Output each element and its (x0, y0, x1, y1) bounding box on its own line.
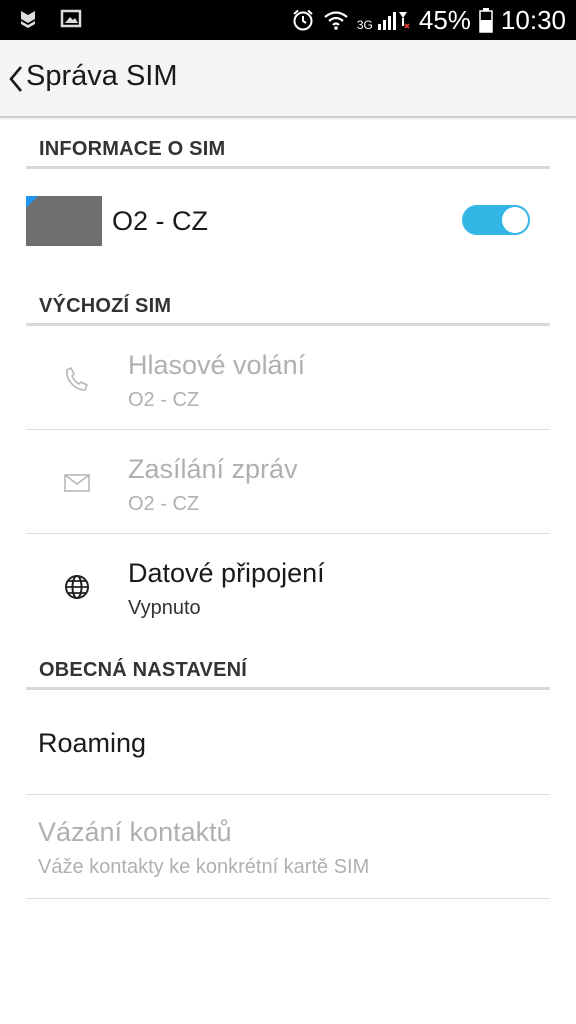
section-header-default-sim: VÝCHOZÍ SIM (26, 283, 550, 326)
action-bar: Správa SIM (0, 40, 576, 118)
status-bar: 3G 45% 10:30 (0, 0, 576, 40)
pref-summary: O2 - CZ (128, 493, 200, 515)
pref-item-contact-binding[interactable]: Vázání kontaktů Váže kontakty ke konkrét… (0, 795, 576, 899)
phone-icon (62, 364, 92, 394)
sim-slot-indicator (26, 196, 38, 208)
sim-card-row[interactable]: O2 - CZ (0, 168, 576, 278)
battery-icon (479, 7, 493, 33)
section-header-sim-info: INFORMACE O SIM (26, 126, 550, 169)
pref-summary: Vypnuto (128, 597, 201, 619)
pref-title: Zasílání zpráv (128, 454, 298, 484)
image-icon (60, 9, 82, 34)
signal-icon (377, 9, 411, 31)
envelope-icon (62, 468, 92, 498)
wifi-icon (323, 9, 349, 31)
section-header-general: OBECNÁ NASTAVENÍ (26, 647, 550, 690)
pref-title: Vázání kontaktů (38, 817, 232, 847)
status-left-icons (18, 8, 82, 35)
section-header-label: OBECNÁ NASTAVENÍ (39, 659, 248, 681)
sim-card-icon (26, 196, 102, 246)
sim-name: O2 - CZ (112, 206, 209, 236)
pref-item-data-connection[interactable]: Datové připojení Vypnuto (0, 534, 576, 638)
chevron-left-icon (9, 66, 22, 92)
back-button[interactable] (4, 62, 28, 96)
network-type-label: 3G (356, 18, 373, 32)
pref-item-voice-call[interactable]: Hlasové volání O2 - CZ (0, 326, 576, 430)
pref-title: Hlasové volání (128, 350, 306, 380)
section-header-label: VÝCHOZÍ SIM (39, 295, 172, 317)
sim-enable-toggle[interactable] (462, 205, 530, 235)
pref-item-messaging[interactable]: Zasílání zpráv O2 - CZ (0, 430, 576, 534)
clock: 10:30 (500, 4, 566, 35)
divider (26, 898, 550, 899)
shield-icon (18, 8, 38, 35)
section-header-label: INFORMACE O SIM (39, 138, 226, 160)
pref-title: Datové připojení (128, 558, 325, 588)
pref-title: Roaming (38, 728, 147, 758)
pref-summary: O2 - CZ (128, 389, 200, 411)
page-title: Správa SIM (26, 60, 178, 92)
pref-item-roaming[interactable]: Roaming (0, 690, 576, 795)
status-right-icons: 3G 45% 10:30 (291, 0, 566, 40)
toggle-knob (502, 207, 528, 233)
globe-icon (62, 572, 92, 602)
alarm-icon (291, 8, 315, 32)
pref-summary: Váže kontakty ke konkrétní kartě SIM (38, 856, 370, 878)
battery-percent: 45% (418, 4, 471, 35)
